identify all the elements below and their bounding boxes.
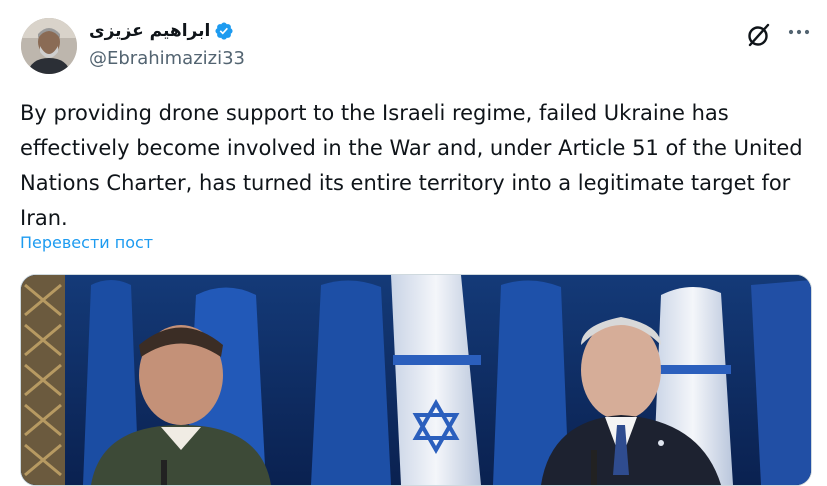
avatar[interactable] [21,18,77,74]
tweet-text: By providing drone support to the Israel… [20,101,803,230]
author-name-row[interactable]: ابراهیم عزیزی [89,16,234,46]
author-display-name[interactable]: ابراهیم عزیزی [89,21,210,41]
grok-icon[interactable] [744,20,774,50]
verified-badge-icon [215,22,233,40]
more-options-icon[interactable] [784,20,814,50]
press-photo [21,275,811,485]
author-handle[interactable]: @Ebrahimazizi33 [89,48,245,69]
tweet-media[interactable] [20,274,812,486]
avatar-image [21,18,77,74]
translate-post-link[interactable]: Перевести пост [20,233,153,252]
